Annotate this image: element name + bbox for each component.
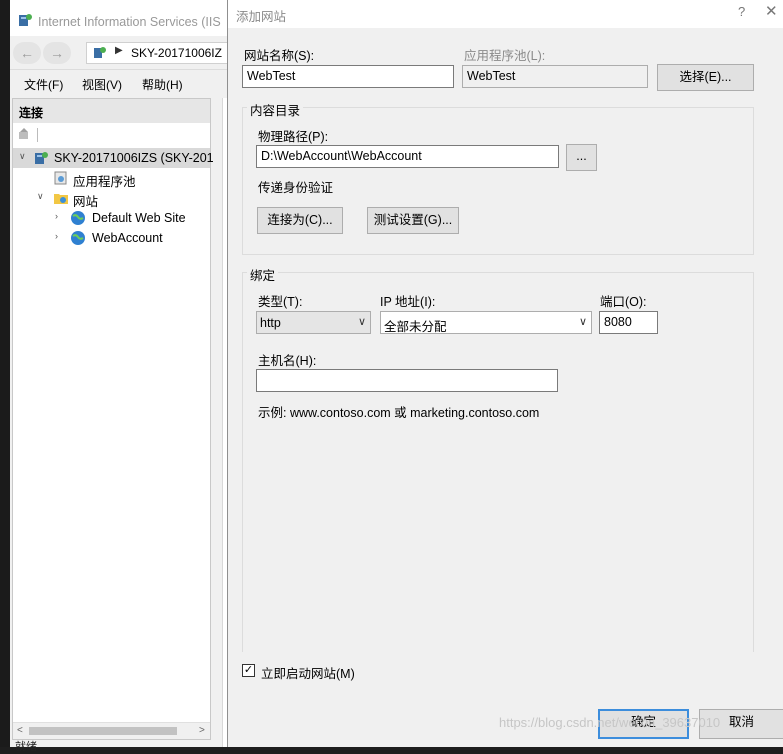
host-name-label: 主机名(H): — [258, 354, 317, 368]
port-label: 端口(O): — [600, 295, 647, 309]
iis-menu-bar: 文件(F) 视图(V) 帮助(H) — [10, 71, 240, 95]
iis-window-title: Internet Information Services (IIS — [38, 15, 221, 29]
address-box[interactable]: ▶ SKY-20171006IZ — [86, 42, 246, 64]
toolbar-separator — [37, 128, 38, 142]
app-pool-field: WebTest — [462, 65, 648, 88]
connections-panel: 连接 ∨ SKY-20171006IZS (SKY-201 应用程序池 ∨ 网站… — [12, 98, 214, 740]
breadcrumb-arrow-icon[interactable]: ▶ — [115, 45, 123, 56]
port-input[interactable]: 8080 — [599, 311, 658, 334]
tree-item-sites[interactable]: ∨ 网站 — [13, 188, 210, 209]
server-icon — [35, 152, 48, 164]
browse-button[interactable]: ... — [566, 144, 597, 171]
ip-address-select-value: 全部未分配 — [384, 320, 447, 334]
content-directory-caption: 内容目录 — [247, 100, 304, 119]
chevron-right-icon[interactable]: › — [55, 231, 58, 241]
chevron-down-icon: ∨ — [578, 316, 587, 328]
chevron-down-icon[interactable]: ∨ — [19, 151, 26, 162]
physical-path-input[interactable]: D:\WebAccount\WebAccount — [256, 145, 559, 168]
ip-address-label: IP 地址(I): — [380, 295, 436, 309]
dialog-titlebar: 添加网站 ? ✕ — [228, 0, 783, 28]
menu-view[interactable]: 视图(V) — [82, 76, 122, 93]
connections-header: 连接 — [13, 99, 210, 123]
start-immediately-checkbox[interactable]: ✓ — [242, 664, 255, 677]
connect-as-button[interactable]: 连接为(C)... — [257, 207, 343, 234]
iis-titlebar: Internet Information Services (IIS — [10, 0, 240, 36]
cancel-button[interactable]: 取消 — [699, 709, 783, 739]
tree-item-label: SKY-20171006IZS (SKY-201 — [54, 151, 214, 165]
server-icon — [94, 47, 106, 58]
tree-item-label: Default Web Site — [92, 211, 186, 225]
host-name-input[interactable] — [256, 369, 558, 392]
help-icon[interactable]: ? — [738, 4, 745, 19]
type-select[interactable]: http ∨ — [256, 311, 371, 334]
scroll-right-icon[interactable]: > — [199, 725, 205, 736]
globe-icon — [71, 211, 85, 225]
test-settings-button[interactable]: 测试设置(G)... — [367, 207, 459, 234]
iis-address-bar: ← → ▶ SKY-20171006IZ — [10, 36, 246, 70]
back-arrow-icon[interactable]: ← — [13, 42, 41, 64]
horizontal-scrollbar[interactable]: < > — [13, 722, 210, 739]
forward-arrow-icon[interactable]: → — [43, 42, 71, 64]
select-app-pool-button[interactable]: 选择(E)... — [657, 64, 754, 91]
menu-help[interactable]: 帮助(H) — [142, 76, 183, 93]
chevron-right-icon[interactable]: › — [55, 211, 58, 221]
site-name-input[interactable]: WebTest — [242, 65, 454, 88]
binding-caption: 绑定 — [247, 265, 279, 284]
ok-button[interactable]: 确定 — [598, 709, 689, 739]
dialog-title: 添加网站 — [236, 10, 287, 24]
iis-manager-window: Internet Information Services (IIS ← → ▶… — [10, 0, 246, 753]
tree-item-webaccount[interactable]: › WebAccount — [13, 228, 210, 248]
add-website-dialog: 添加网站 ? ✕ 网站名称(S): WebTest 应用程序池(L): WebT… — [227, 0, 783, 747]
address-text: SKY-20171006IZ — [131, 46, 222, 60]
tree-item-server[interactable]: ∨ SKY-20171006IZS (SKY-201 — [13, 148, 214, 168]
desktop-background — [0, 0, 10, 747]
pass-through-auth-label: 传递身份验证 — [258, 181, 334, 195]
new-connection-icon[interactable] — [17, 127, 31, 141]
tree-item-default-web-site[interactable]: › Default Web Site — [13, 208, 210, 228]
chevron-down-icon[interactable]: ∨ — [37, 191, 44, 202]
app-pool-icon — [54, 171, 67, 185]
type-label: 类型(T): — [258, 295, 303, 309]
type-select-value: http — [260, 316, 281, 330]
sites-folder-icon — [54, 194, 68, 204]
tree-item-label: WebAccount — [92, 231, 163, 245]
connections-toolbar — [13, 124, 210, 146]
iis-app-icon — [19, 14, 32, 26]
app-pool-label: 应用程序池(L): — [464, 49, 546, 63]
host-name-example: 示例: www.contoso.com 或 marketing.contoso.… — [258, 406, 540, 420]
site-name-label: 网站名称(S): — [244, 49, 315, 63]
scroll-left-icon[interactable]: < — [17, 725, 23, 736]
close-icon[interactable]: ✕ — [765, 2, 778, 20]
start-immediately-label: 立即启动网站(M) — [261, 667, 355, 681]
chevron-down-icon: ∨ — [357, 316, 366, 328]
menu-file[interactable]: 文件(F) — [24, 76, 63, 93]
status-bar-text: 就绪 — [15, 741, 37, 753]
scrollbar-thumb[interactable] — [29, 727, 177, 735]
tree-item-app-pools[interactable]: 应用程序池 — [13, 168, 210, 189]
ip-address-select[interactable]: 全部未分配 ∨ — [380, 311, 592, 334]
globe-icon — [71, 231, 85, 245]
physical-path-label: 物理路径(P): — [258, 130, 329, 144]
